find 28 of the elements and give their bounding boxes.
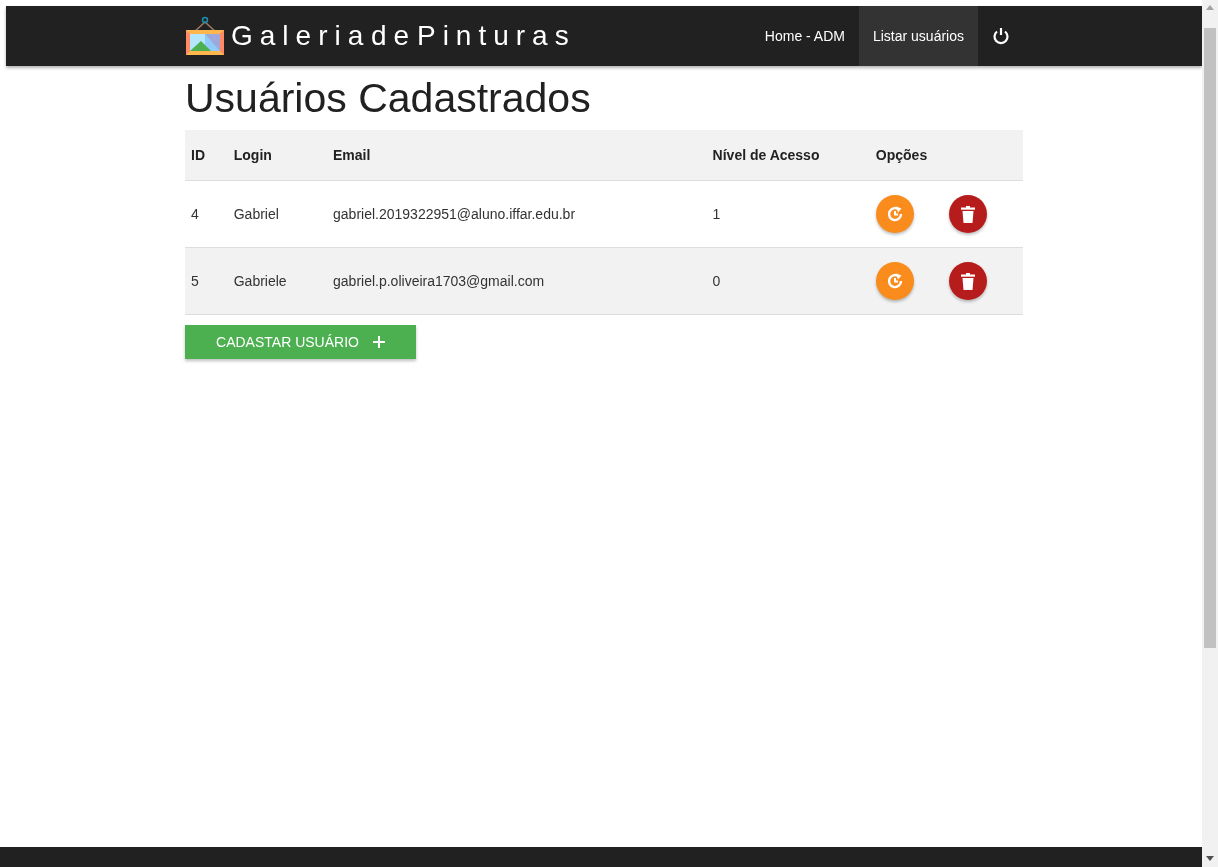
column-header: Opções xyxy=(869,130,1023,181)
picture-frame-icon xyxy=(185,16,225,56)
column-header: Nível de Acesso xyxy=(706,130,870,181)
table-cell: 5 xyxy=(185,247,228,315)
table-cell: 0 xyxy=(706,247,870,315)
page-title: Usuários Cadastrados xyxy=(185,74,592,123)
table-cell: 1 xyxy=(706,180,870,248)
delete-button[interactable] xyxy=(948,262,987,300)
delete-button[interactable] xyxy=(948,195,987,233)
column-header: Login xyxy=(227,130,328,181)
nav-link[interactable]: Home - ADM xyxy=(750,6,859,66)
column-header: ID xyxy=(185,130,228,181)
table-cell: gabriel.p.oliveira1703@gmail.com xyxy=(327,247,707,315)
column-header: Email xyxy=(327,130,707,181)
table-cell: 4 xyxy=(185,180,228,248)
trash-icon xyxy=(960,205,975,223)
nav-link[interactable]: Listar usuários xyxy=(858,6,978,66)
table-cell: gabriel.2019322951@aluno.iffar.edu.br xyxy=(327,180,707,248)
scroll-down-icon[interactable] xyxy=(1206,856,1214,861)
table-cell: Gabriele xyxy=(227,247,328,315)
brand-title: Galeria de Pinturas xyxy=(231,20,576,52)
power-icon[interactable] xyxy=(992,27,1010,45)
refresh-icon xyxy=(885,272,904,290)
plus-icon xyxy=(372,336,385,348)
scrollbar[interactable] xyxy=(1202,0,1218,867)
refresh-icon xyxy=(885,205,904,223)
table-cell: Gabriel xyxy=(227,180,328,248)
trash-icon xyxy=(960,272,975,290)
